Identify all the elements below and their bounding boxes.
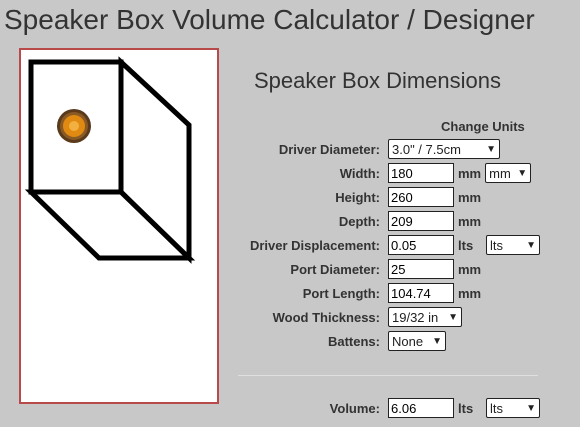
wood-thickness-label: Wood Thickness: <box>272 309 380 325</box>
width-unit-select[interactable]: mm ▼ <box>485 163 532 183</box>
driver-diameter-select[interactable]: 3.0" / 7.5cm ▼ <box>388 139 500 159</box>
box-diagram <box>24 56 196 264</box>
chevron-down-icon: ▼ <box>526 402 536 414</box>
row-volume: Volume: lts lts ▼ <box>200 397 540 419</box>
port-length-label: Port Length: <box>302 285 380 301</box>
chevron-down-icon: ▼ <box>526 239 536 251</box>
row-height: Height: mm <box>200 186 481 208</box>
driver-displacement-unit-select[interactable]: lts ▼ <box>486 235 540 255</box>
driver-icon <box>57 109 91 143</box>
port-diameter-unit: mm <box>458 261 482 277</box>
chevron-down-icon: ▼ <box>517 167 528 179</box>
page-title: Speaker Box Volume Calculator / Designer <box>4 4 535 35</box>
box-preview <box>19 48 219 404</box>
volume-unit-select-value: lts <box>490 400 503 416</box>
driver-displacement-unit-select-value: lts <box>490 237 503 253</box>
port-length-input[interactable] <box>388 283 454 303</box>
change-units-label: Change Units <box>441 119 525 134</box>
volume-input[interactable] <box>388 398 454 418</box>
box-bottom-face <box>24 189 196 261</box>
height-label: Height: <box>335 189 380 205</box>
width-unit: mm <box>458 165 482 181</box>
row-driver-displacement: Driver Displacement: lts lts ▼ <box>200 234 540 256</box>
driver-displacement-unit: lts <box>458 237 474 253</box>
port-diameter-input[interactable] <box>388 259 454 279</box>
section-title: Speaker Box Dimensions <box>254 68 502 93</box>
battens-label: Battens: <box>327 333 380 349</box>
box-side-face <box>118 56 192 264</box>
volume-label: Volume: <box>329 400 380 416</box>
driver-diameter-value: 3.0" / 7.5cm <box>392 141 461 157</box>
row-driver-diameter: Driver Diameter: 3.0" / 7.5cm ▼ <box>200 138 500 160</box>
chevron-down-icon: ▼ <box>486 143 496 155</box>
chevron-down-icon: ▼ <box>448 311 458 323</box>
width-unit-select-value: mm <box>489 165 511 181</box>
row-width: Width: mm mm ▼ <box>200 162 532 184</box>
row-port-length: Port Length: mm <box>200 282 481 304</box>
depth-unit: mm <box>458 213 482 229</box>
volume-unit: lts <box>458 400 474 416</box>
row-depth: Depth: mm <box>200 210 481 232</box>
height-input[interactable] <box>388 187 454 207</box>
chevron-down-icon: ▼ <box>432 335 442 347</box>
height-unit: mm <box>458 189 482 205</box>
wood-thickness-select[interactable]: 19/32 in ▼ <box>388 307 462 327</box>
width-label: Width: <box>339 165 380 181</box>
battens-value: None <box>392 333 424 349</box>
driver-diameter-label: Driver Diameter: <box>278 141 380 157</box>
row-wood-thickness: Wood Thickness: 19/32 in ▼ <box>200 306 462 328</box>
row-battens: Battens: None ▼ <box>200 330 446 352</box>
depth-input[interactable] <box>388 211 454 231</box>
driver-displacement-label: Driver Displacement: <box>249 237 380 253</box>
volume-unit-select[interactable]: lts ▼ <box>486 398 540 418</box>
depth-label: Depth: <box>338 213 380 229</box>
port-length-unit: mm <box>458 285 482 301</box>
divider <box>238 375 538 376</box>
battens-select[interactable]: None ▼ <box>388 331 446 351</box>
row-port-diameter: Port Diameter: mm <box>200 258 481 280</box>
wood-thickness-value: 19/32 in <box>392 309 439 325</box>
width-input[interactable] <box>388 163 454 183</box>
port-diameter-label: Port Diameter: <box>290 261 380 277</box>
driver-displacement-input[interactable] <box>388 235 454 255</box>
